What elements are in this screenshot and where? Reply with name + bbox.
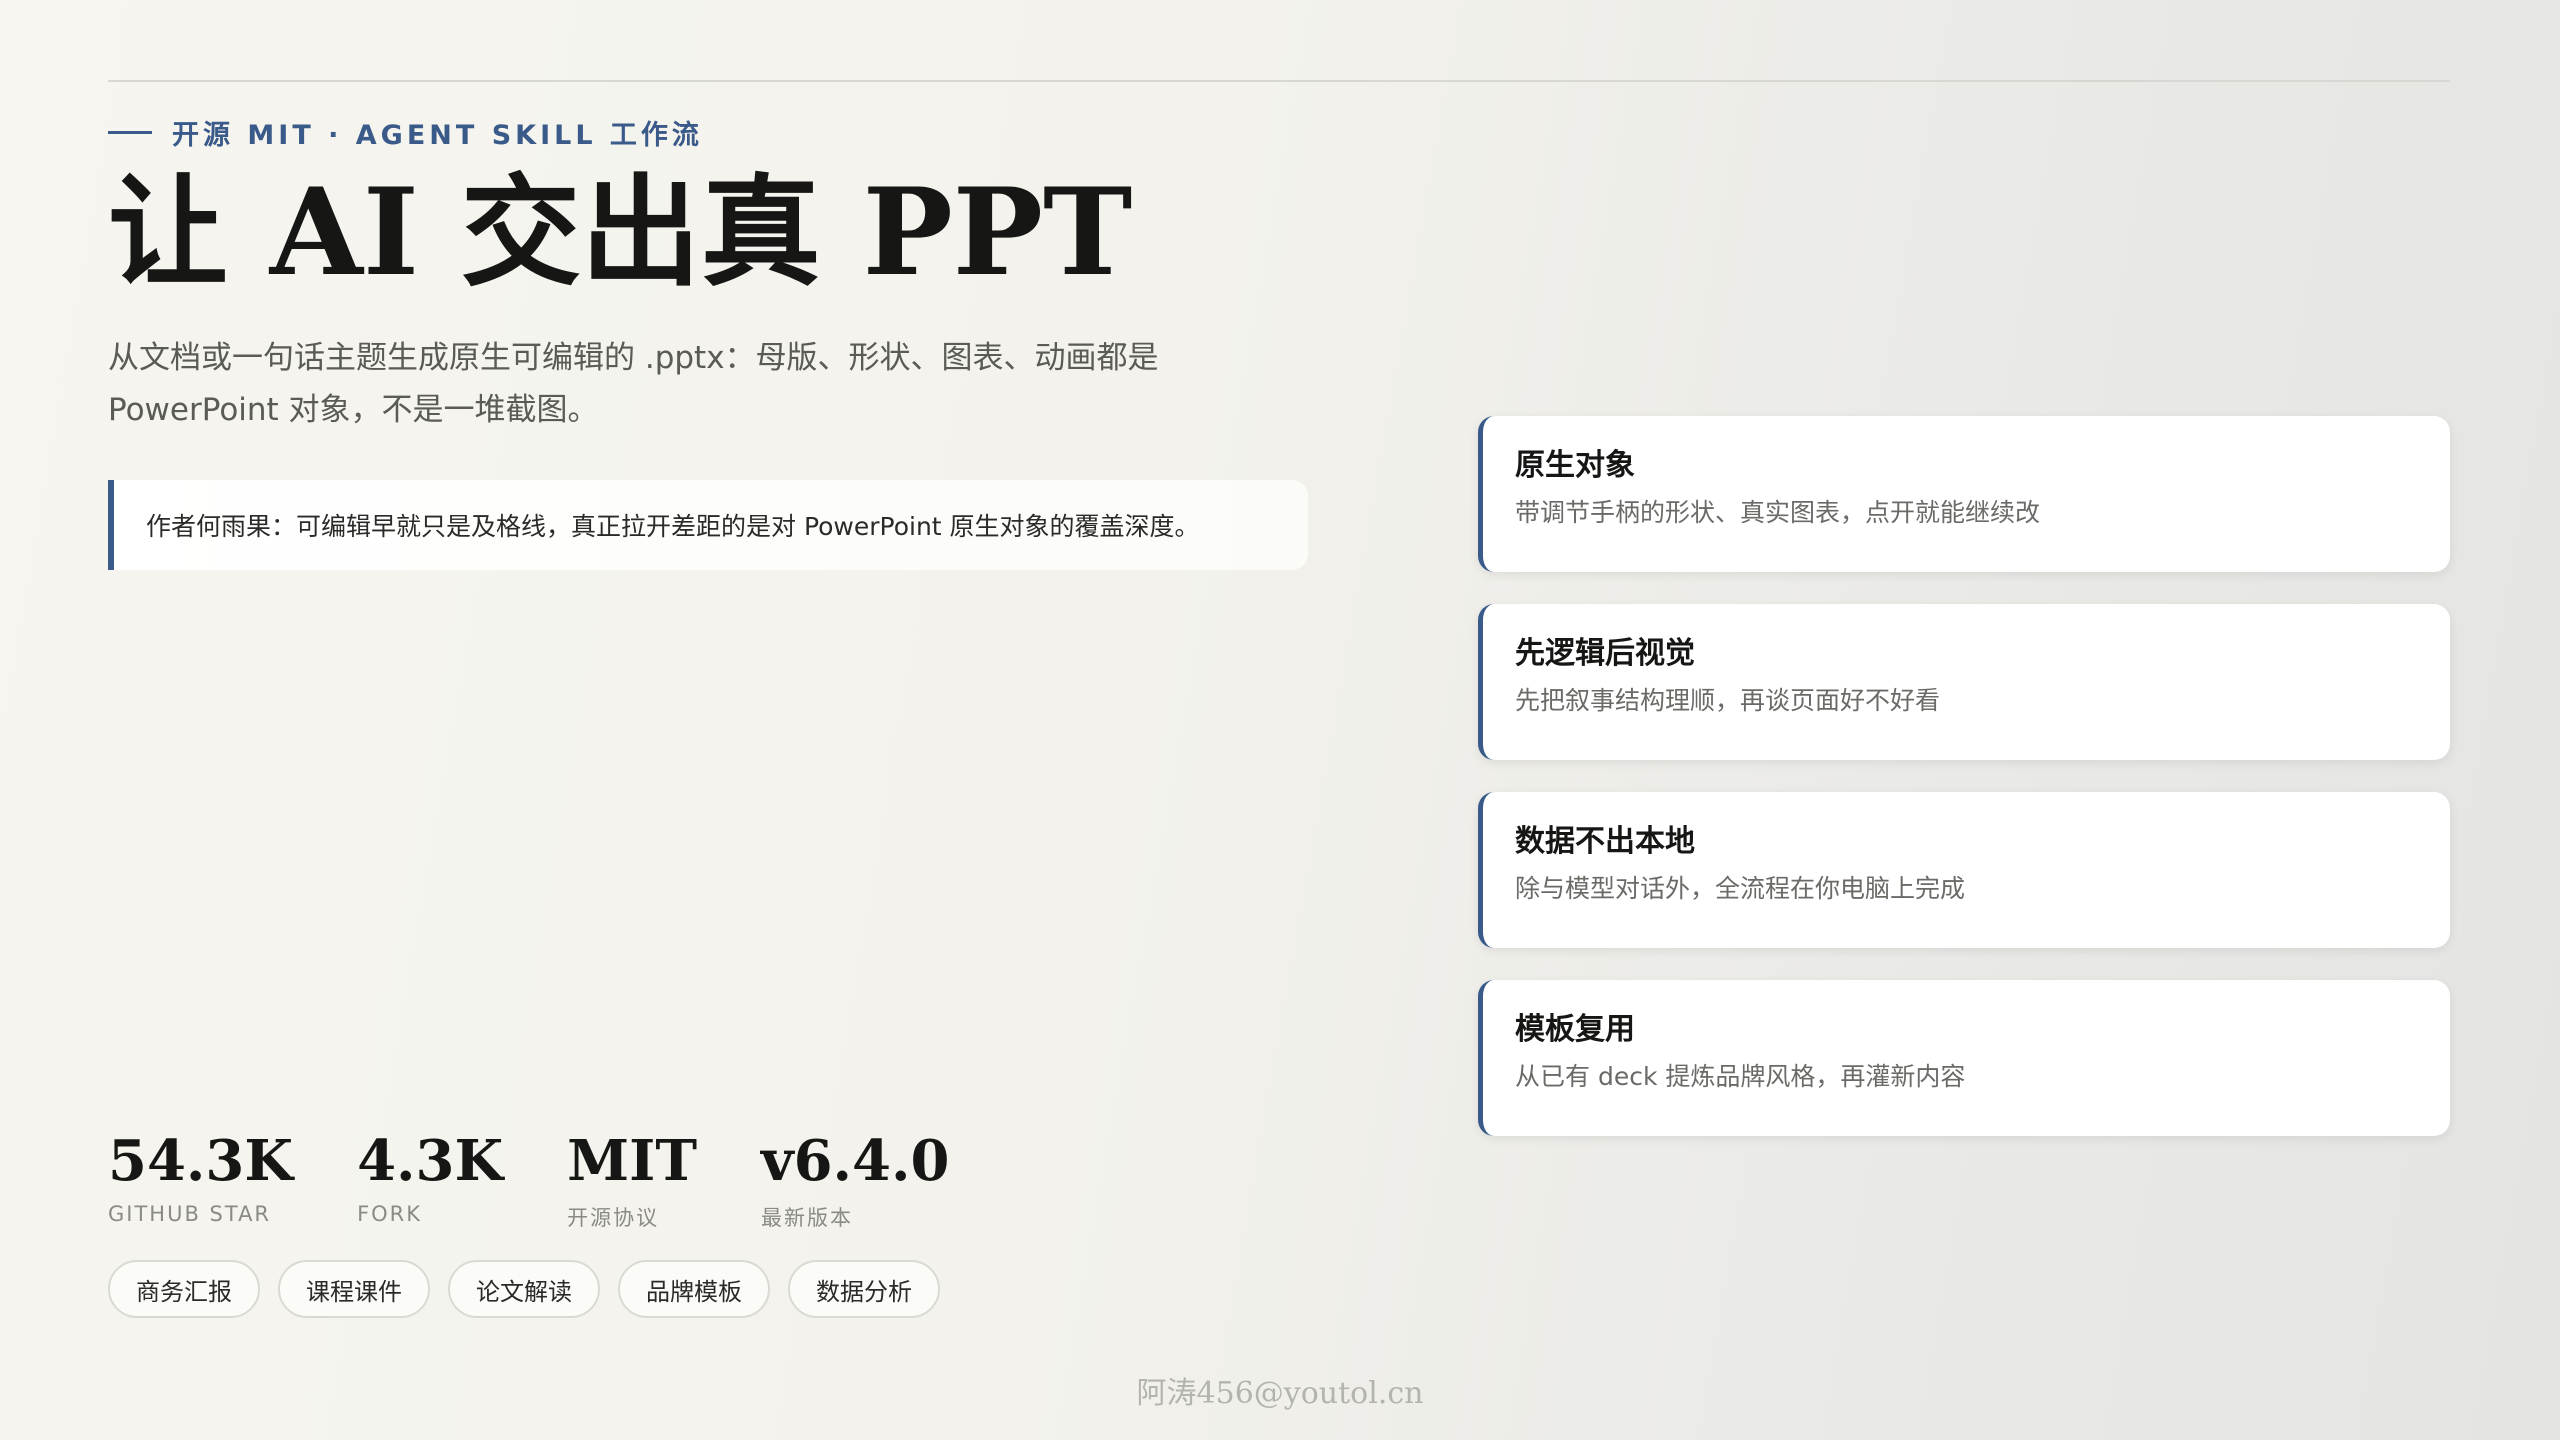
stat-license: MIT 开源协议 [567, 1126, 697, 1232]
eyebrow-dash [108, 130, 152, 134]
feature-title: 数据不出本地 [1515, 824, 1695, 859]
feature-list: 原生对象 带调节手柄的形状、真实图表，点开就能继续改 先逻辑后视觉 先把叙事结构… [1478, 416, 2450, 1168]
stat-version: v6.4.0 最新版本 [761, 1126, 949, 1232]
tag-courseware[interactable]: 课程课件 [278, 1260, 430, 1318]
tag-paper-reading[interactable]: 论文解读 [448, 1260, 600, 1318]
page-title: 让 AI 交出真 PPT [108, 162, 1133, 303]
stat-value: v6.4.0 [761, 1128, 950, 1194]
stat-value: MIT [567, 1128, 698, 1194]
author-quote-text: 作者何雨果：可编辑早就只是及格线，真正拉开差距的是对 PowerPoint 原生… [146, 512, 1200, 541]
feature-card-local-data: 数据不出本地 除与模型对话外，全流程在你电脑上完成 [1478, 792, 2450, 948]
stat-label: 最新版本 [761, 1206, 854, 1230]
tag-business-report[interactable]: 商务汇报 [108, 1260, 260, 1318]
top-divider [108, 80, 2450, 82]
feature-card-native-objects: 原生对象 带调节手柄的形状、真实图表，点开就能继续改 [1478, 416, 2450, 572]
feature-title: 先逻辑后视觉 [1515, 636, 1695, 671]
tag-data-analysis[interactable]: 数据分析 [788, 1260, 940, 1318]
stat-label: 开源协议 [567, 1206, 660, 1230]
stat-label: FORK [357, 1202, 423, 1226]
stat-value: 4.3K [357, 1128, 504, 1194]
feature-desc: 从已有 deck 提炼品牌风格，再灌新内容 [1515, 1062, 1966, 1091]
author-quote: 作者何雨果：可编辑早就只是及格线，真正拉开差距的是对 PowerPoint 原生… [108, 480, 1308, 570]
feature-title: 原生对象 [1515, 448, 1635, 483]
stat-label: GITHUB STAR [108, 1202, 272, 1226]
stat-value: 54.3K [108, 1128, 294, 1194]
tag-brand-template[interactable]: 品牌模板 [618, 1260, 770, 1318]
eyebrow: 开源 MIT · AGENT SKILL 工作流 [108, 112, 703, 152]
stats-row: 54.3K GITHUB STAR 4.3K FORK MIT 开源协议 v6.… [108, 1126, 949, 1232]
feature-card-logic-first: 先逻辑后视觉 先把叙事结构理顺，再谈页面好不好看 [1478, 604, 2450, 760]
stat-forks: 4.3K FORK [357, 1126, 503, 1232]
eyebrow-text: 开源 MIT · AGENT SKILL 工作流 [172, 119, 703, 151]
page-subtitle: 从文档或一句话主题生成原生可编辑的 .pptx：母版、形状、图表、动画都是 Po… [108, 340, 1159, 428]
feature-desc: 除与模型对话外，全流程在你电脑上完成 [1515, 874, 1966, 903]
feature-desc: 带调节手柄的形状、真实图表，点开就能继续改 [1515, 498, 2041, 527]
feature-card-template-reuse: 模板复用 从已有 deck 提炼品牌风格，再灌新内容 [1478, 980, 2450, 1136]
feature-title: 模板复用 [1515, 1012, 1635, 1047]
watermark: 阿涛456@youtol.cn [1136, 1376, 1424, 1411]
stat-github-stars: 54.3K GITHUB STAR [108, 1126, 293, 1232]
use-case-tags: 商务汇报 课程课件 论文解读 品牌模板 数据分析 [108, 1260, 940, 1318]
feature-desc: 先把叙事结构理顺，再谈页面好不好看 [1515, 686, 1941, 715]
